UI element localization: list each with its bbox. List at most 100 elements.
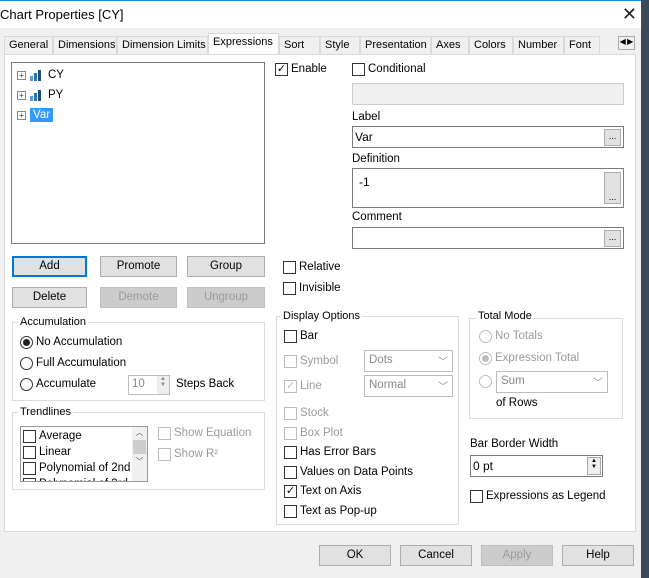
label-input[interactable]: Var... bbox=[352, 126, 624, 148]
expression-item[interactable]: + Var bbox=[17, 107, 54, 123]
conditional-label: Conditional bbox=[368, 63, 426, 75]
comment-ellipsis-button[interactable]: ... bbox=[604, 230, 621, 247]
expression-tree[interactable]: + CY + PY + Var bbox=[11, 62, 265, 244]
trendline-item[interactable]: Polynomial of 2nd d bbox=[23, 462, 140, 475]
no-accumulation-label: No Accumulation bbox=[36, 336, 123, 348]
expand-icon[interactable]: + bbox=[17, 110, 26, 120]
tab-scroll-right-icon[interactable]: ▶ bbox=[627, 37, 635, 49]
tab-sort[interactable]: Sort bbox=[279, 36, 320, 54]
tab-axes[interactable]: Axes bbox=[431, 36, 469, 54]
trendlines-scrollbar[interactable]: ︿ ﹀ bbox=[132, 427, 147, 481]
values-on-points-checkbox[interactable] bbox=[284, 466, 297, 479]
trendline-item[interactable]: Average bbox=[23, 430, 82, 443]
box-plot-label: Box Plot bbox=[300, 427, 343, 439]
relative-checkbox[interactable] bbox=[283, 261, 296, 274]
trendline-label: Linear bbox=[39, 446, 71, 458]
relative-label: Relative bbox=[299, 261, 341, 273]
tab-colors[interactable]: Colors bbox=[469, 36, 513, 54]
line-select: Normal ﹀ bbox=[364, 375, 453, 397]
bar-label: Bar bbox=[300, 330, 318, 342]
expression-item[interactable]: + CY bbox=[17, 67, 64, 83]
expressions-as-legend-label: Expressions as Legend bbox=[486, 490, 606, 502]
show-equation-checkbox bbox=[158, 427, 171, 440]
tab-dimensions[interactable]: Dimensions bbox=[53, 36, 117, 54]
stock-label: Stock bbox=[300, 407, 329, 419]
delete-button[interactable]: Delete bbox=[12, 287, 87, 308]
definition-ellipsis-button[interactable]: ... bbox=[604, 172, 621, 204]
text-popup-checkbox[interactable] bbox=[284, 505, 297, 518]
accumulate-label: Accumulate bbox=[36, 378, 97, 390]
no-totals-label: No Totals bbox=[495, 330, 543, 342]
expression-item[interactable]: + PY bbox=[17, 87, 63, 103]
no-totals-radio bbox=[479, 330, 492, 343]
group-button[interactable]: Group bbox=[187, 256, 265, 277]
trendline-label: Polynomial of 2nd d bbox=[39, 462, 141, 474]
add-button[interactable]: Add bbox=[12, 256, 87, 277]
expand-icon[interactable]: + bbox=[17, 70, 26, 80]
trendline-checkbox[interactable] bbox=[23, 462, 36, 475]
enable-checkbox[interactable]: ✓ bbox=[275, 63, 288, 76]
label-value: Var bbox=[355, 130, 373, 144]
bar-chart-icon bbox=[30, 69, 41, 81]
chevron-down-icon: ﹀ bbox=[593, 378, 603, 389]
symbol-checkbox bbox=[284, 355, 297, 368]
box-plot-checkbox bbox=[284, 427, 297, 440]
invisible-checkbox[interactable] bbox=[283, 282, 296, 295]
tab-scroll-left-icon[interactable]: ◀ bbox=[619, 37, 627, 49]
symbol-select: Dots ﹀ bbox=[364, 350, 453, 372]
expression-label: PY bbox=[48, 89, 64, 101]
trendlines-list[interactable]: Average Linear Polynomial of 2nd d Polynomi… bbox=[20, 426, 148, 482]
total-mode-group bbox=[469, 318, 623, 419]
expressions-as-legend-checkbox[interactable] bbox=[470, 490, 483, 503]
definition-input[interactable]: -1... bbox=[352, 168, 624, 208]
trendlines-title: Trendlines bbox=[18, 406, 73, 418]
symbol-label: Symbol bbox=[300, 355, 339, 367]
of-rows-label: of Rows bbox=[496, 397, 538, 409]
full-accumulation-label: Full Accumulation bbox=[36, 357, 127, 369]
steps-back-stepper[interactable]: 10 ▲ ▼ bbox=[128, 375, 170, 395]
tab-expressions[interactable]: Expressions bbox=[208, 33, 279, 55]
text-on-axis-checkbox[interactable]: ✓ bbox=[284, 485, 297, 498]
error-bars-checkbox[interactable] bbox=[284, 446, 297, 459]
close-icon[interactable]: ✕ bbox=[622, 4, 637, 25]
accumulation-title: Accumulation bbox=[18, 316, 89, 328]
comment-input[interactable]: ... bbox=[352, 227, 624, 249]
bar-chart-icon bbox=[30, 89, 41, 101]
tab-general[interactable]: General bbox=[4, 36, 53, 54]
help-button[interactable]: Help bbox=[562, 545, 634, 566]
bar-border-label: Bar Border Width bbox=[470, 438, 559, 450]
stepper-arrows-icon[interactable]: ▲ ▼ bbox=[587, 457, 601, 475]
bar-checkbox[interactable] bbox=[284, 330, 297, 343]
tab-style[interactable]: Style bbox=[320, 36, 360, 54]
promote-button[interactable]: Promote bbox=[100, 256, 177, 277]
expand-icon[interactable]: + bbox=[17, 90, 26, 100]
window-title: Chart Properties [CY] bbox=[0, 7, 124, 22]
accumulate-radio[interactable] bbox=[20, 378, 33, 391]
tab-presentation[interactable]: Presentation bbox=[360, 36, 431, 54]
trendline-checkbox[interactable] bbox=[23, 478, 36, 481]
bar-border-value: 0 pt bbox=[473, 459, 494, 473]
trendline-checkbox[interactable] bbox=[23, 430, 36, 443]
trendline-checkbox[interactable] bbox=[23, 446, 36, 459]
definition-value: -1 bbox=[359, 175, 370, 189]
trendline-item[interactable]: Linear bbox=[23, 446, 71, 459]
no-accumulation-radio[interactable] bbox=[20, 336, 33, 349]
label-ellipsis-button[interactable]: ... bbox=[604, 129, 621, 146]
text-on-axis-label: Text on Axis bbox=[300, 485, 362, 497]
line-value: Normal bbox=[369, 379, 407, 391]
tab-number[interactable]: Number bbox=[513, 36, 564, 54]
full-accumulation-radio[interactable] bbox=[20, 357, 33, 370]
conditional-checkbox[interactable] bbox=[352, 63, 365, 76]
expression-total-label: Expression Total bbox=[495, 352, 580, 364]
trendline-item[interactable]: Polynomial of 3rd d bbox=[23, 478, 137, 481]
show-r2-label: Show R² bbox=[174, 448, 219, 460]
cancel-button[interactable]: Cancel bbox=[400, 545, 472, 566]
ok-button[interactable]: OK bbox=[319, 545, 391, 566]
chevron-down-icon: ﹀ bbox=[438, 357, 448, 368]
stepper-arrows-icon[interactable]: ▲ ▼ bbox=[157, 376, 169, 394]
line-checkbox: ✓ bbox=[284, 380, 297, 393]
steps-value: 10 bbox=[132, 378, 145, 390]
bar-border-input[interactable]: 0 pt ▲ ▼ bbox=[470, 455, 603, 477]
tab-font[interactable]: Font bbox=[564, 36, 600, 54]
tab-dimension-limits[interactable]: Dimension Limits bbox=[117, 36, 208, 54]
